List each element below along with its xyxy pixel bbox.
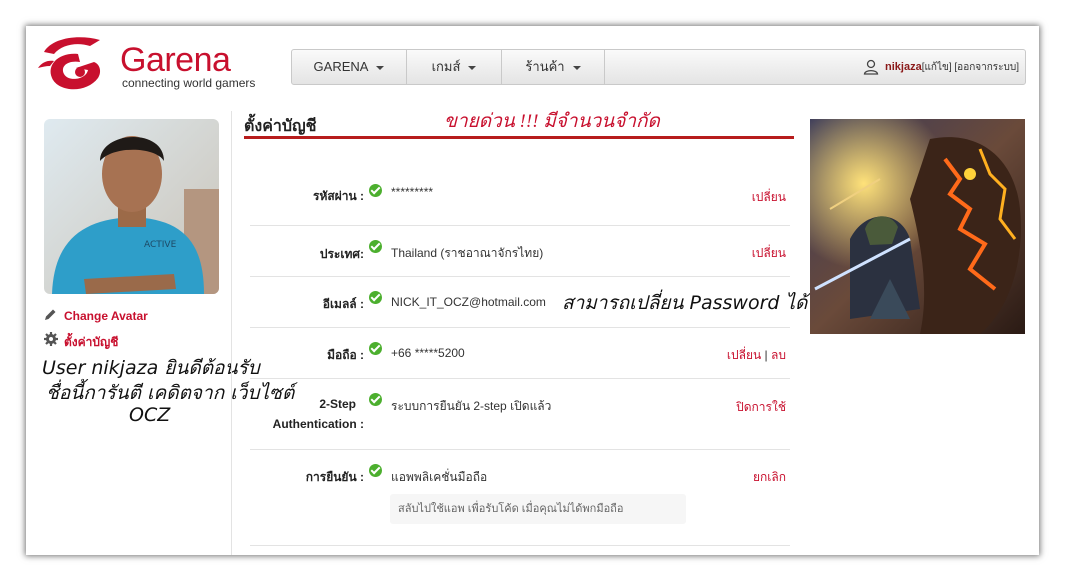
email-value: NICK_IT_OCZ@hotmail.com <box>391 295 546 309</box>
user-area: nikjaza[แก้ไข] [ออกจากระบบ] <box>863 50 1019 84</box>
nav-garena-label: GARENA <box>313 59 369 74</box>
brand-tagline: connecting world gamers <box>122 76 256 90</box>
mobile-value: +66 *****5200 <box>391 346 465 360</box>
mobile-label: มือถือ : <box>327 348 364 362</box>
game-banner <box>810 119 1025 334</box>
check-icon <box>369 184 382 197</box>
svg-text:ACTIVE: ACTIVE <box>144 240 177 250</box>
column-divider <box>231 111 232 555</box>
brand-name[interactable]: Garena <box>120 40 231 80</box>
two-step-label-line2: Authentication : <box>272 417 364 431</box>
verification-label: การยืนยัน : <box>305 470 364 484</box>
avatar-photo: ACTIVE <box>44 119 219 294</box>
country-value: Thailand (ราชอาณาจักรไทย) <box>391 246 544 260</box>
caret-down-icon <box>376 65 385 70</box>
caret-down-icon <box>572 65 581 70</box>
garena-logo-icon[interactable] <box>38 34 120 96</box>
avatar: ACTIVE <box>44 119 219 294</box>
row-divider <box>250 327 790 328</box>
top-nav: GARENA เกมส์ ร้านค้า nikjaza[แก้ไข] [ออก… <box>291 49 1026 85</box>
page-frame: Garena connecting world gamers GARENA เก… <box>26 26 1039 555</box>
nav-games-label: เกมส์ <box>431 59 461 74</box>
pencil-icon <box>45 309 56 320</box>
action-separator: | <box>764 348 768 362</box>
remove-mobile-link[interactable]: ลบ <box>771 348 786 362</box>
disable-two-step-link[interactable]: ปิดการใช้ <box>706 398 786 417</box>
game-artwork <box>810 119 1025 334</box>
switch-to-app-hint[interactable]: สลับไปใช้แอพ เพื่อรับโค้ด เมื่อคุณไม่ได้… <box>390 494 686 524</box>
change-mobile-link[interactable]: เปลี่ยน <box>727 348 761 362</box>
two-step-value: ระบบการยืนยัน 2-step เปิดแล้ว <box>391 399 552 413</box>
nav-garena[interactable]: GARENA <box>292 50 407 84</box>
password-label: รหัสผ่าน : <box>313 189 364 203</box>
check-icon <box>369 291 382 304</box>
verification-value: แอพพลิเคชั่นมือถือ <box>391 470 488 484</box>
change-avatar-link[interactable]: Change Avatar <box>64 309 148 323</box>
row-divider <box>250 378 790 379</box>
check-icon <box>369 464 382 477</box>
user-icon <box>863 60 879 76</box>
gear-icon <box>44 332 58 346</box>
cancel-verification-link[interactable]: ยกเลิก <box>726 468 786 487</box>
promo-text: ขายด่วน !!! มีจำนวนจำกัด <box>444 111 660 132</box>
password-value: ********* <box>391 185 434 199</box>
overlay-password-note: สามารถเปลี่ยน Password ได้ <box>562 292 808 314</box>
caret-down-icon <box>468 65 477 70</box>
change-password-link[interactable]: เปลี่ยน <box>726 188 786 207</box>
username-link[interactable]: nikjaza <box>885 61 922 73</box>
mobile-actions: เปลี่ยน | ลบ <box>696 346 786 365</box>
two-step-label: 2-Step <box>319 397 356 411</box>
title-underline <box>244 136 794 139</box>
nav-shop[interactable]: ร้านค้า <box>502 50 605 84</box>
row-divider <box>250 545 790 546</box>
row-divider <box>250 449 790 450</box>
account-settings-link[interactable]: ตั้งค่าบัญชี <box>64 333 118 352</box>
logout-link[interactable]: [ออกจากระบบ] <box>954 62 1019 73</box>
change-country-link[interactable]: เปลี่ยน <box>726 244 786 263</box>
email-label: อีเมลล์ : <box>322 297 364 311</box>
check-icon <box>369 342 382 355</box>
overlay-source: OCZ <box>129 404 171 426</box>
edit-profile-link[interactable]: [แก้ไข] <box>922 62 952 73</box>
nav-games[interactable]: เกมส์ <box>407 50 502 84</box>
country-label: ประเทศ: <box>319 247 364 261</box>
check-icon <box>369 393 382 406</box>
check-icon <box>369 240 382 253</box>
nav-shop-label: ร้านค้า <box>525 59 565 74</box>
row-divider <box>250 225 790 226</box>
row-divider <box>250 276 790 277</box>
